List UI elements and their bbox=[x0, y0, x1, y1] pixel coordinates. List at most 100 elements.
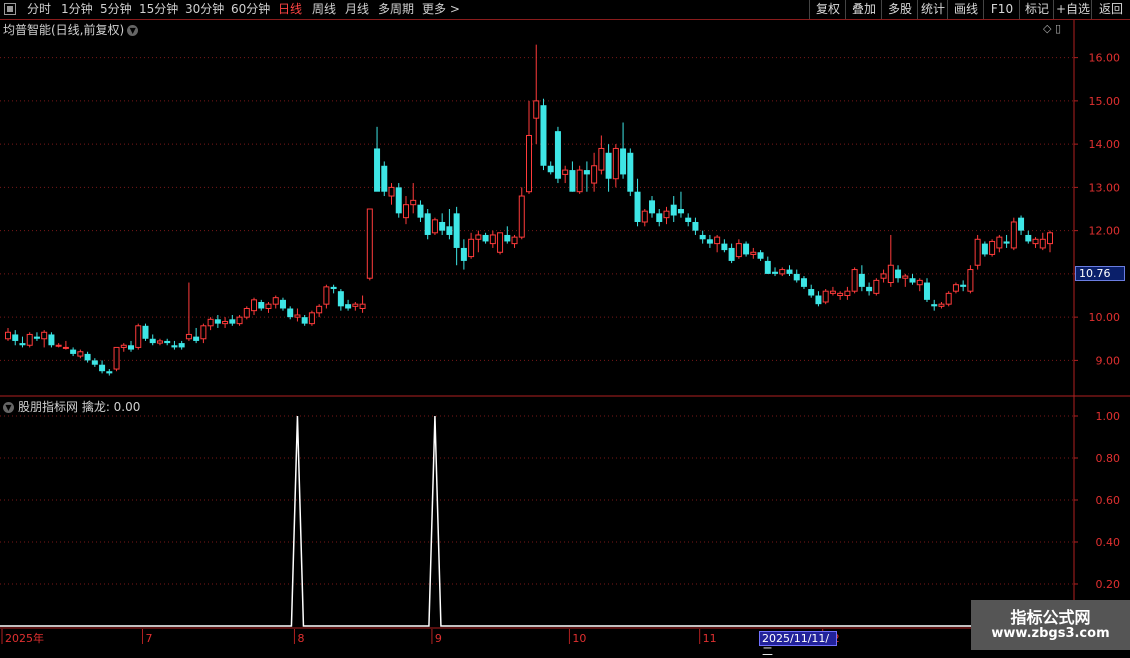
candle-body bbox=[41, 331, 48, 340]
candle-body bbox=[526, 134, 532, 193]
candle-body bbox=[200, 325, 207, 340]
candle-body bbox=[902, 275, 909, 279]
candle-body bbox=[128, 345, 135, 350]
candle-body bbox=[1039, 238, 1046, 249]
candle-body bbox=[337, 291, 344, 307]
candle-body bbox=[359, 303, 366, 309]
candle-body bbox=[887, 264, 894, 284]
candle-body bbox=[345, 304, 352, 309]
stock-title-label: 均普智能(日线,前复权) bbox=[3, 23, 125, 37]
candle-body bbox=[714, 236, 721, 245]
candle-body bbox=[916, 279, 923, 286]
candle-body bbox=[808, 289, 815, 296]
candle-body bbox=[84, 353, 91, 361]
candle-body bbox=[800, 278, 807, 287]
candle-body bbox=[822, 290, 829, 303]
candle-body bbox=[735, 243, 742, 258]
candle-body bbox=[996, 236, 1003, 249]
chevron-down-icon[interactable]: ▼ bbox=[3, 402, 14, 413]
candle-body bbox=[699, 234, 706, 240]
chart-mode-icons[interactable]: ◇ ▯ bbox=[1043, 22, 1061, 35]
candle-body bbox=[815, 295, 822, 305]
candle-body bbox=[779, 269, 786, 275]
chevron-down-icon[interactable]: ▼ bbox=[127, 25, 139, 36]
candle-body bbox=[873, 279, 880, 294]
indicator-tick-label: 0.80 bbox=[1096, 452, 1121, 465]
candle-body bbox=[518, 195, 525, 238]
candle-body bbox=[1010, 221, 1017, 249]
candle-body bbox=[446, 226, 453, 235]
candle-body bbox=[251, 299, 258, 312]
candle-body bbox=[641, 210, 648, 223]
watermark-title: 指标公式网 bbox=[1010, 608, 1091, 627]
candle-body bbox=[19, 343, 26, 346]
candle-body bbox=[374, 148, 381, 192]
candle-body bbox=[258, 302, 265, 309]
current-price-tag: 10.76 bbox=[1075, 266, 1125, 281]
candle-body bbox=[533, 100, 540, 119]
candle-body bbox=[33, 336, 40, 339]
candle-body bbox=[945, 292, 952, 305]
candle-body bbox=[721, 243, 728, 251]
candle-body bbox=[772, 271, 779, 274]
date-tick-label: 11 bbox=[703, 632, 717, 645]
candle-body bbox=[70, 349, 77, 354]
date-tick-label: 9 bbox=[435, 632, 442, 645]
candle-body bbox=[649, 200, 656, 214]
candle-body bbox=[1032, 238, 1039, 245]
candle-body bbox=[171, 345, 178, 348]
candle-body bbox=[938, 303, 945, 307]
candle-body bbox=[308, 312, 315, 325]
candle-body bbox=[605, 152, 612, 179]
candle-body bbox=[627, 152, 634, 192]
candle-body bbox=[330, 286, 337, 290]
candle-body bbox=[540, 105, 547, 166]
indicator-tick-label: 0.40 bbox=[1096, 536, 1121, 549]
price-tick-label: 13.00 bbox=[1089, 181, 1121, 194]
candle-body bbox=[952, 284, 959, 292]
candle-body bbox=[504, 234, 511, 242]
candle-body bbox=[323, 286, 330, 305]
candle-body bbox=[844, 290, 851, 297]
candle-body bbox=[55, 344, 62, 347]
date-tick-label: 7 bbox=[145, 632, 152, 645]
watermark-url: www.zbgs3.com bbox=[991, 626, 1110, 641]
candle-body bbox=[352, 303, 359, 307]
candle-body bbox=[142, 325, 149, 339]
chart-canvas[interactable]: 16.0015.0014.0013.0012.0011.0010.009.001… bbox=[0, 0, 1130, 650]
candle-body bbox=[164, 340, 171, 344]
candle-body bbox=[837, 292, 844, 297]
candle-body bbox=[895, 269, 902, 279]
candle-body bbox=[62, 346, 69, 349]
candle-body bbox=[26, 333, 33, 346]
price-tick-label: 9.00 bbox=[1096, 354, 1121, 367]
indicator-tick-label: 0.60 bbox=[1096, 494, 1121, 507]
candle-body bbox=[395, 187, 402, 214]
watermark: 指标公式网 www.zbgs3.com bbox=[971, 600, 1130, 650]
candle-body bbox=[583, 170, 590, 175]
price-tick-label: 15.00 bbox=[1089, 95, 1121, 108]
price-tick-label: 14.00 bbox=[1089, 138, 1121, 151]
candle-body bbox=[460, 247, 467, 261]
candle-body bbox=[453, 213, 460, 248]
candle-body bbox=[880, 273, 887, 279]
indicator-line bbox=[0, 415, 1073, 627]
candle-body bbox=[482, 234, 489, 242]
candle-body bbox=[598, 147, 605, 171]
candle-body bbox=[99, 364, 106, 372]
candle-body bbox=[663, 210, 670, 219]
candle-body bbox=[424, 213, 431, 235]
candle-body bbox=[222, 320, 229, 325]
candle-body bbox=[417, 204, 424, 218]
candle-body bbox=[981, 243, 988, 255]
candle-body bbox=[214, 319, 221, 324]
indicator-tick-label: 1.00 bbox=[1096, 410, 1121, 423]
candle-body bbox=[439, 221, 446, 231]
candle-body bbox=[120, 344, 127, 348]
candle-body bbox=[634, 191, 641, 222]
candle-body bbox=[301, 317, 308, 324]
candle-body bbox=[185, 333, 192, 340]
candle-body bbox=[562, 169, 569, 175]
candle-body bbox=[706, 239, 713, 244]
candle-body bbox=[554, 131, 561, 179]
